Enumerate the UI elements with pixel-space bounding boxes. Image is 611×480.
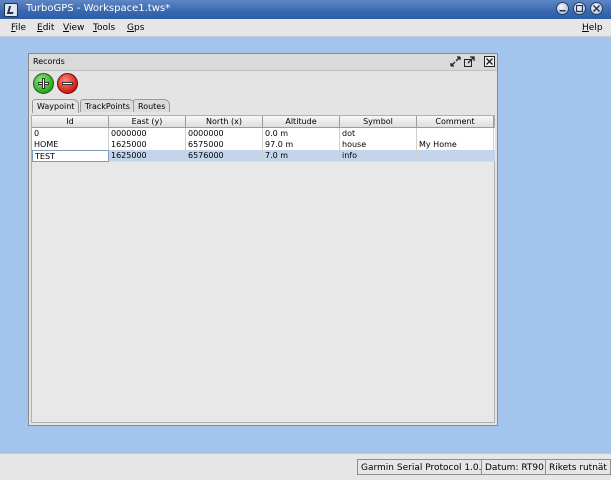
waypoint-table: Id East (y) North (x) Altitude Symbol Comment… xyxy=(31,115,495,423)
detach-icon[interactable] xyxy=(450,56,461,67)
records-frame: Records Waypoint TrackPoints Routes Id Ea… xyxy=(28,53,498,426)
menu-help[interactable]: Help xyxy=(582,23,603,33)
app-icon[interactable] xyxy=(4,3,18,17)
cell-id[interactable]: TEST xyxy=(32,150,109,162)
records-title-bar[interactable]: Records xyxy=(29,54,497,71)
column-header-altitude[interactable]: Altitude xyxy=(263,116,340,128)
status-bar: Garmin Serial Protocol 1.0.0 Datum: RT90… xyxy=(0,453,611,480)
status-datum: Datum: RT90 xyxy=(481,459,548,475)
cell-comment[interactable] xyxy=(417,150,494,162)
cell-north[interactable]: 6576000 xyxy=(186,150,263,162)
frame-close-icon[interactable] xyxy=(484,56,495,67)
remove-icon[interactable] xyxy=(57,73,78,94)
window-title: TurboGPS - Workspace1.tws* xyxy=(26,3,171,14)
tab-waypoint[interactable]: Waypoint xyxy=(32,99,80,113)
title-bar: TurboGPS - Workspace1.tws* xyxy=(0,0,611,19)
menu-view[interactable]: View xyxy=(63,23,84,33)
column-header-id[interactable]: Id xyxy=(32,116,109,128)
column-header-north[interactable]: North (x) xyxy=(186,116,263,128)
cell-altitude[interactable]: 7.0 m xyxy=(263,150,340,162)
menu-tools[interactable]: Tools xyxy=(93,23,115,33)
menu-gps[interactable]: Gps xyxy=(127,23,144,33)
records-toolbar xyxy=(30,71,498,97)
tab-routes[interactable]: Routes xyxy=(133,99,171,112)
column-header-symbol[interactable]: Symbol xyxy=(340,116,417,128)
records-title: Records xyxy=(33,57,65,66)
maximize-icon[interactable] xyxy=(573,2,586,15)
status-protocol: Garmin Serial Protocol 1.0.0 xyxy=(357,459,492,475)
add-icon[interactable] xyxy=(33,73,54,94)
close-icon[interactable] xyxy=(590,2,603,15)
column-header-east[interactable]: East (y) xyxy=(109,116,186,128)
tab-trackpoints[interactable]: TrackPoints xyxy=(80,99,135,112)
cell-east[interactable]: 1625000 xyxy=(109,150,186,162)
status-grid: Rikets rutnät xyxy=(545,459,611,475)
cell-symbol[interactable]: info xyxy=(340,150,417,162)
table-row[interactable]: TEST 1625000 6576000 7.0 m info xyxy=(32,150,495,162)
menu-file[interactable]: File xyxy=(11,23,26,33)
menu-edit[interactable]: Edit xyxy=(37,23,54,33)
popout-icon[interactable] xyxy=(464,56,475,67)
minimize-icon[interactable] xyxy=(556,2,569,15)
column-header-comment[interactable]: Comment xyxy=(417,116,494,128)
menu-bar: File Edit View Tools Gps Help xyxy=(0,19,611,37)
